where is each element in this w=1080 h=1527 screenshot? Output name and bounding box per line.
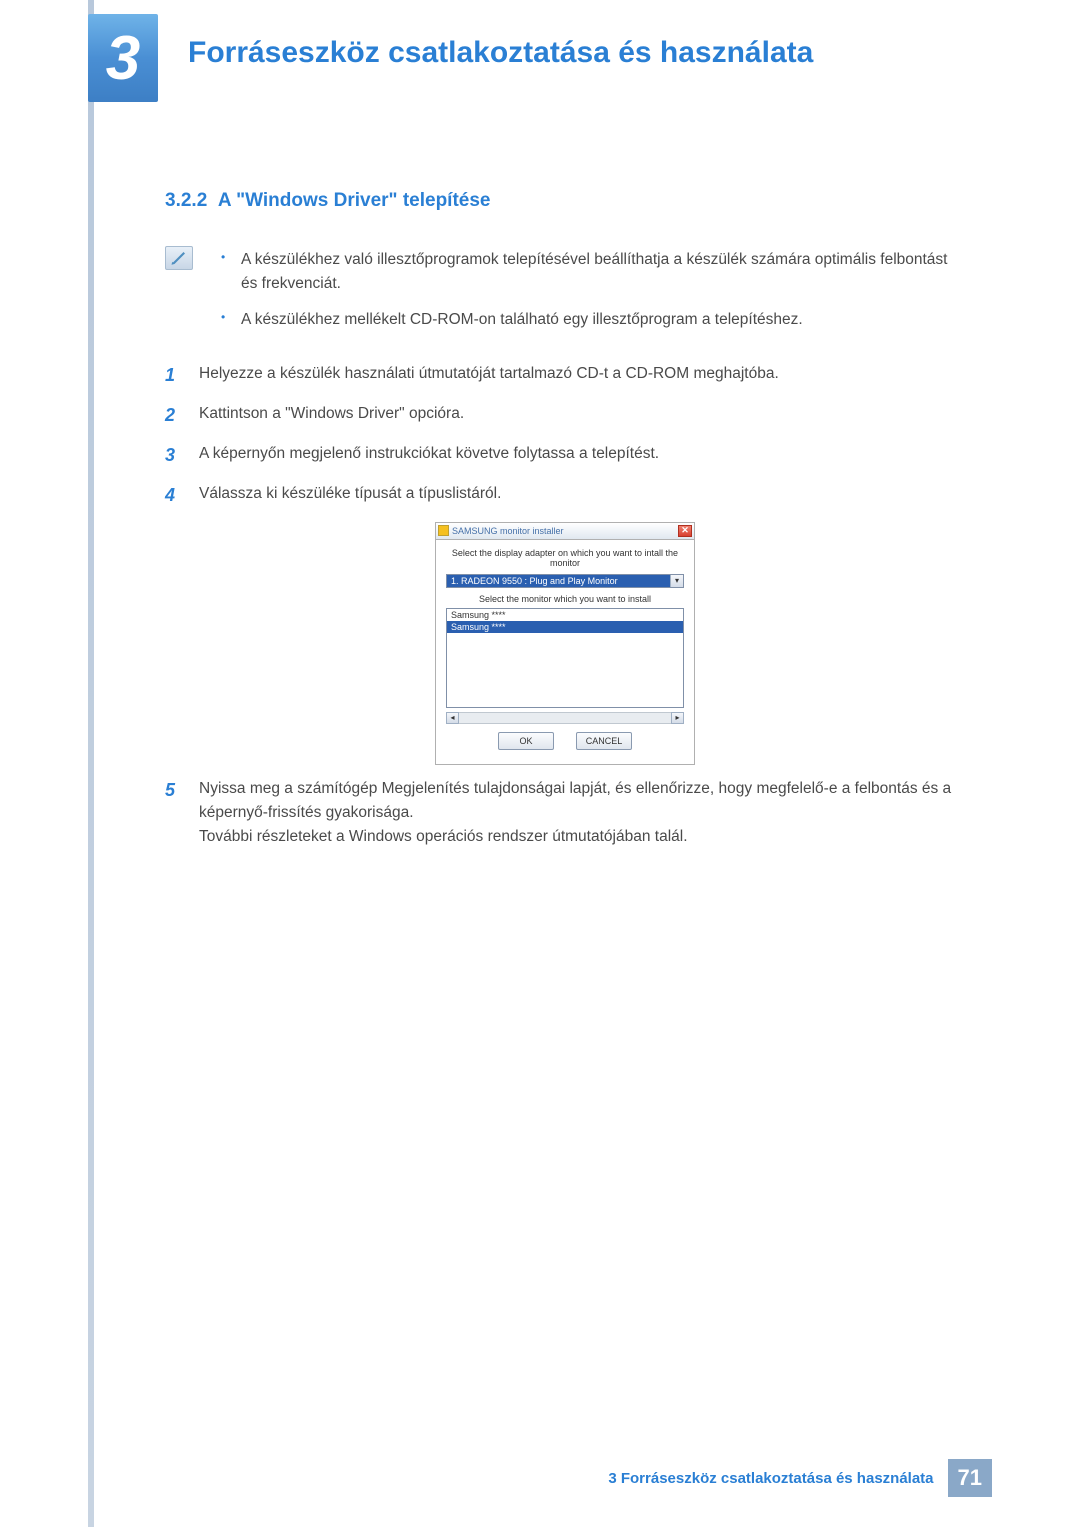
step-1: 1 Helyezze a készülék használati útmutat…	[165, 362, 965, 390]
installer-title: SAMSUNG monitor installer	[452, 526, 675, 536]
note-item: A készülékhez mellékelt CD-ROM-on találh…	[215, 308, 965, 332]
installer-body: Select the display adapter on which you …	[436, 540, 694, 764]
note-icon	[165, 246, 193, 270]
scroll-left-icon[interactable]: ◂	[446, 712, 459, 724]
step-4: 4 Válassza ki készüléke típusát a típusl…	[165, 482, 965, 510]
content-area: 3.2.2 A "Windows Driver" telepítése A ké…	[165, 190, 965, 861]
installer-window: SAMSUNG monitor installer ✕ Select the d…	[435, 522, 695, 765]
step-5: 5 Nyissa meg a számítógép Megjelenítés t…	[165, 777, 965, 849]
cancel-button[interactable]: CANCEL	[576, 732, 632, 750]
page-number: 71	[948, 1459, 992, 1497]
section-title: A "Windows Driver" telepítése	[218, 190, 491, 211]
ok-button[interactable]: OK	[498, 732, 554, 750]
adapter-select-value: 1. RADEON 9550 : Plug and Play Monitor	[447, 575, 670, 587]
step-2: 2 Kattintson a "Windows Driver" opcióra.	[165, 402, 965, 430]
step-number: 3	[165, 442, 185, 470]
step-number: 2	[165, 402, 185, 430]
step-text: Helyezze a készülék használati útmutatój…	[199, 362, 965, 390]
step-text: Kattintson a "Windows Driver" opcióra.	[199, 402, 965, 430]
scroll-track[interactable]	[459, 712, 671, 724]
chapter-number-block: 3	[88, 14, 158, 102]
footer-text: 3 Forráseszköz csatlakoztatása és haszná…	[608, 1470, 933, 1487]
scroll-right-icon[interactable]: ▸	[671, 712, 684, 724]
list-item[interactable]: Samsung ****	[447, 609, 683, 621]
step-number: 1	[165, 362, 185, 390]
step-5-line1: Nyissa meg a számítógép Megjelenítés tul…	[199, 780, 951, 821]
chevron-down-icon[interactable]: ▾	[670, 575, 683, 587]
horizontal-scrollbar[interactable]: ◂ ▸	[446, 712, 684, 724]
adapter-label: Select the display adapter on which you …	[446, 548, 684, 568]
note-list: A készülékhez való illesztőprogramok tel…	[215, 248, 965, 344]
section-heading: 3.2.2 A "Windows Driver" telepítése	[165, 190, 965, 212]
side-stripe	[88, 0, 94, 1527]
page-footer: 3 Forráseszköz csatlakoztatása és haszná…	[608, 1459, 992, 1497]
step-3: 3 A képernyőn megjelenő instrukciókat kö…	[165, 442, 965, 470]
step-5-line2: További részleteket a Windows operációs …	[199, 828, 688, 845]
installer-titlebar: SAMSUNG monitor installer ✕	[436, 523, 694, 540]
monitor-label: Select the monitor which you want to ins…	[446, 594, 684, 604]
step-list: 1 Helyezze a készülék használati útmutat…	[165, 362, 965, 510]
note-item: A készülékhez való illesztőprogramok tel…	[215, 248, 965, 296]
chapter-title: Forráseszköz csatlakoztatása és használa…	[188, 36, 813, 70]
step-text: A képernyőn megjelenő instrukciókat köve…	[199, 442, 965, 470]
app-icon	[438, 525, 449, 536]
installer-button-row: OK CANCEL	[446, 724, 684, 760]
close-icon[interactable]: ✕	[678, 525, 692, 537]
adapter-select[interactable]: 1. RADEON 9550 : Plug and Play Monitor ▾	[446, 574, 684, 588]
chapter-number: 3	[106, 23, 140, 94]
installer-screenshot: SAMSUNG monitor installer ✕ Select the d…	[165, 522, 965, 765]
step-text: Válassza ki készüléke típusát a típuslis…	[199, 482, 965, 510]
note-block: A készülékhez való illesztőprogramok tel…	[165, 248, 965, 344]
monitor-listbox[interactable]: Samsung **** Samsung ****	[446, 608, 684, 708]
step-number: 4	[165, 482, 185, 510]
section-number: 3.2.2	[165, 190, 207, 211]
step-list-cont: 5 Nyissa meg a számítógép Megjelenítés t…	[165, 777, 965, 849]
step-number: 5	[165, 777, 185, 849]
list-item[interactable]: Samsung ****	[447, 621, 683, 633]
step-text: Nyissa meg a számítógép Megjelenítés tul…	[199, 777, 965, 849]
